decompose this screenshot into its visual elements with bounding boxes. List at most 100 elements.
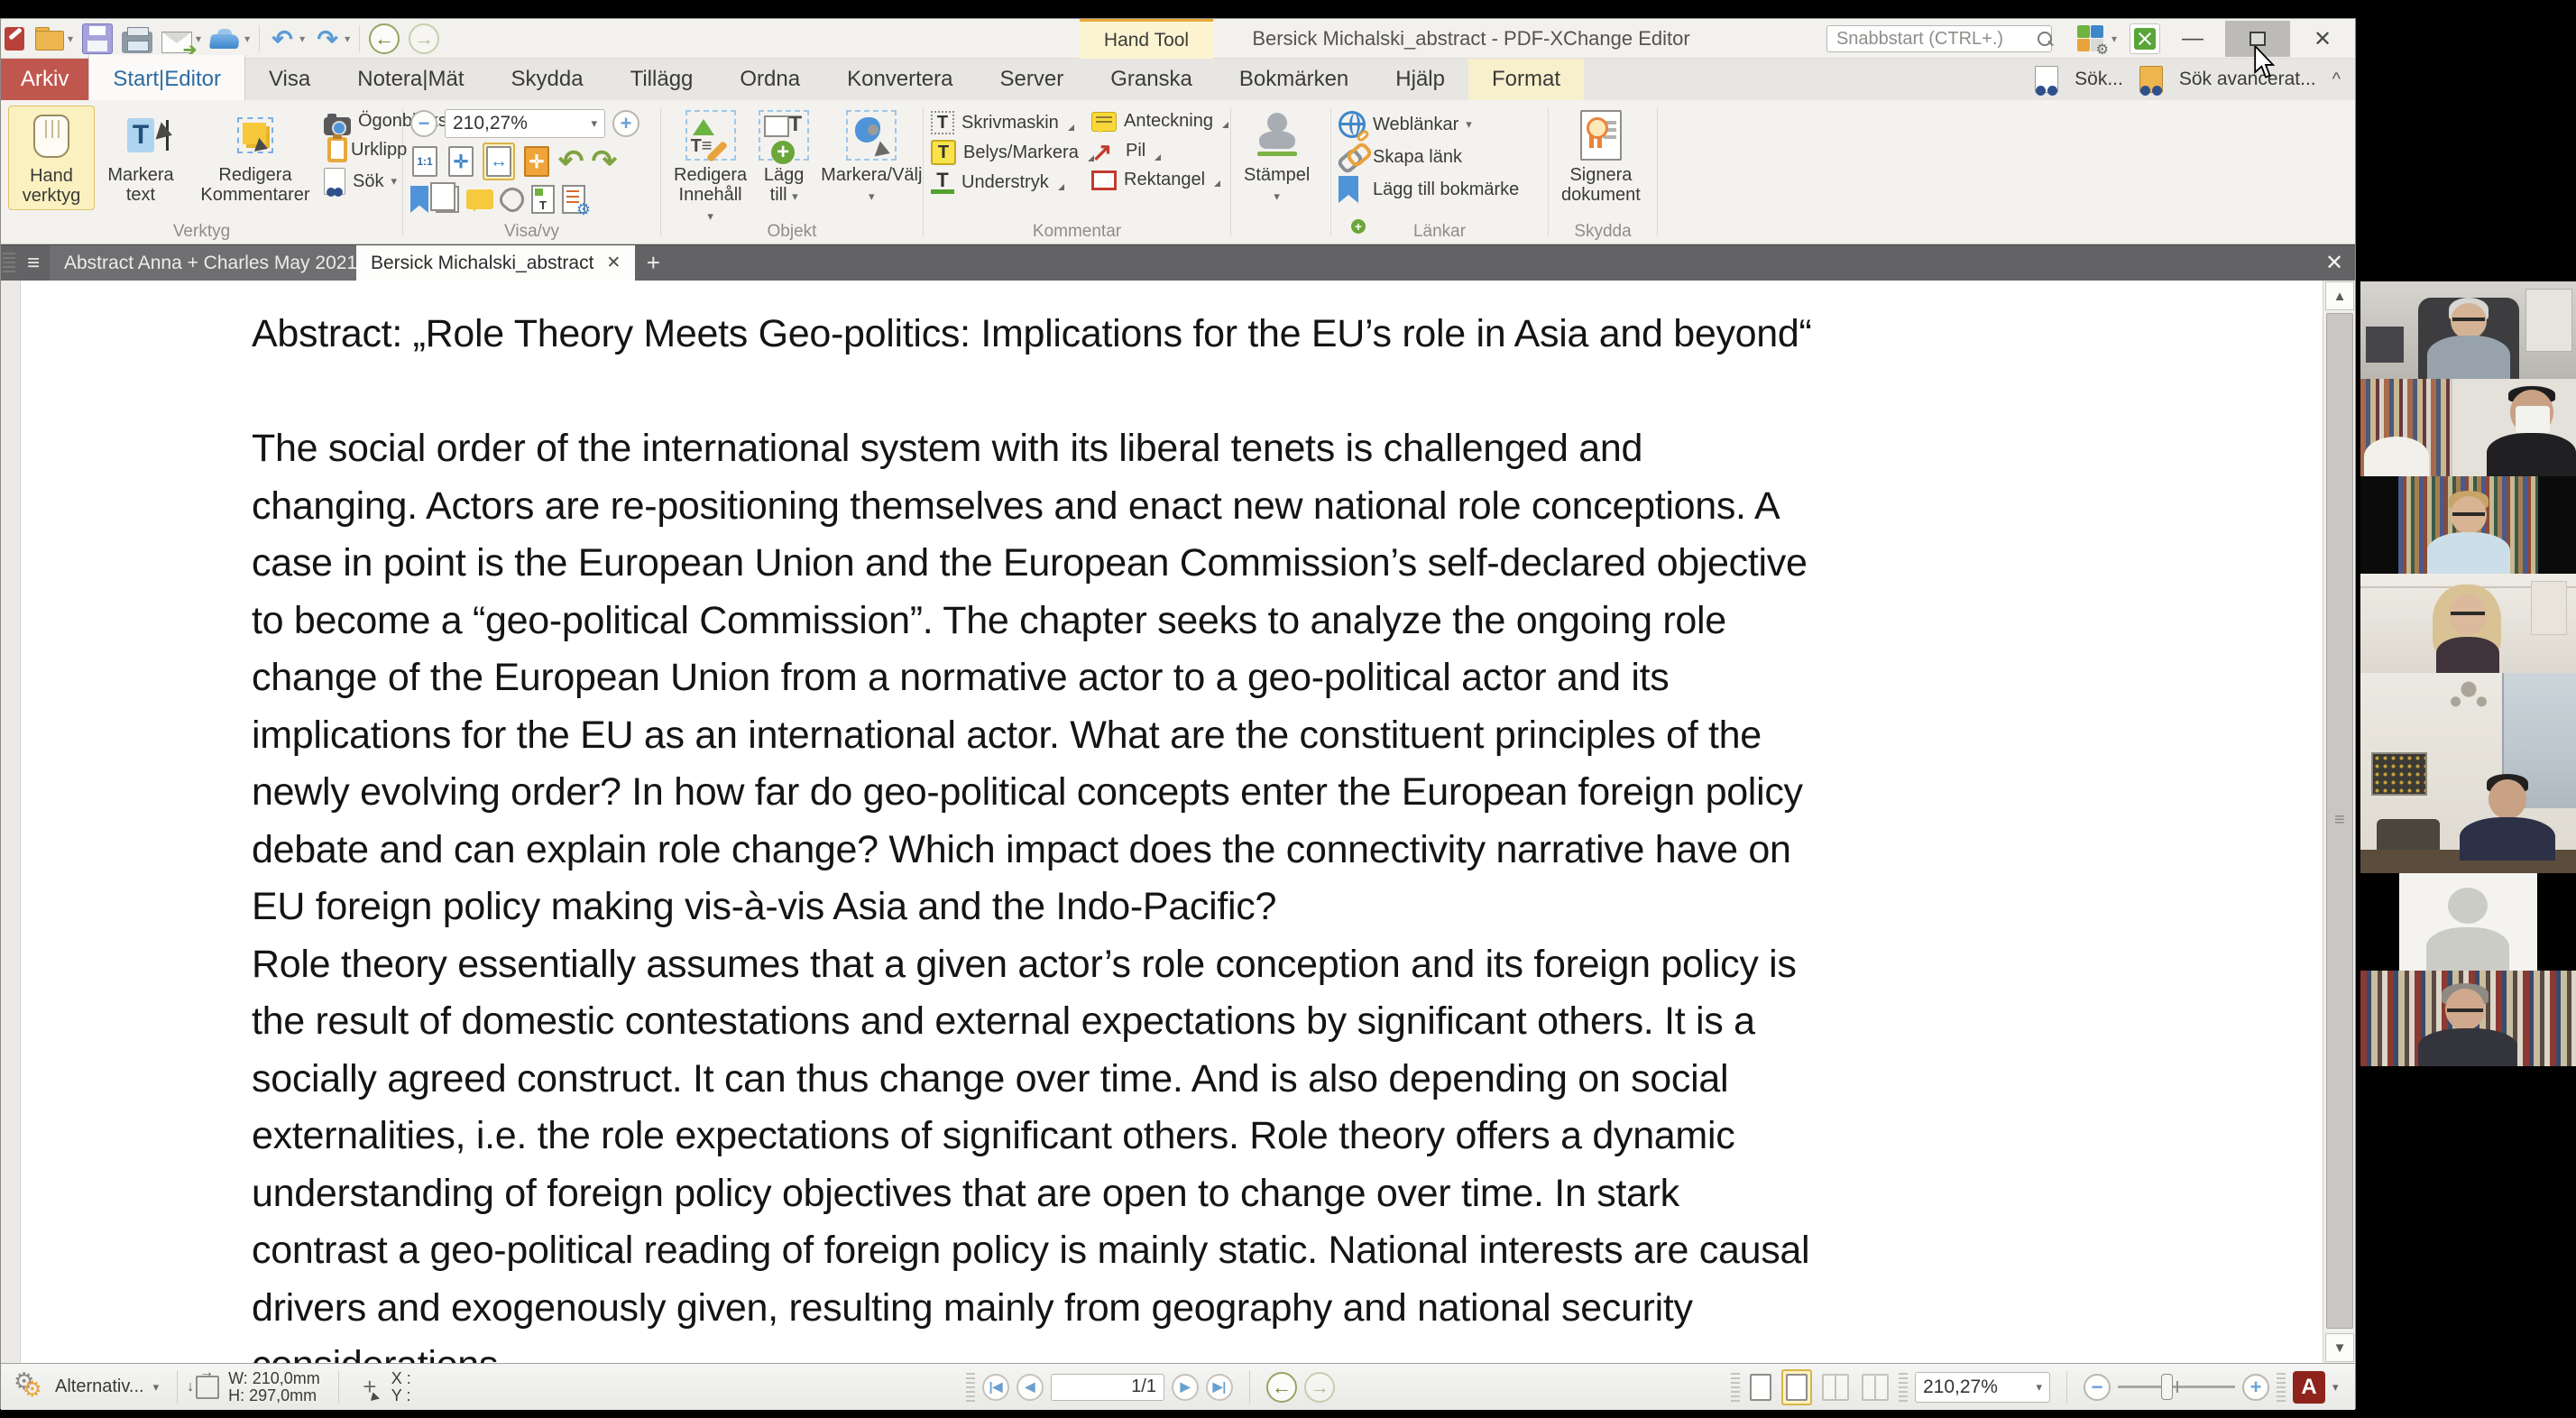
menu-skydda[interactable]: Skydda: [488, 59, 607, 100]
previous-page-button[interactable]: ◀: [1017, 1374, 1044, 1401]
menu-arkiv[interactable]: Arkiv: [1, 59, 88, 100]
statusbar-zoom-in-button[interactable]: +: [2242, 1374, 2269, 1401]
view-forward-button[interactable]: →: [1304, 1372, 1335, 1403]
menu-hjalp[interactable]: Hjälp: [1372, 59, 1468, 100]
minimize-button[interactable]: —: [2173, 21, 2213, 57]
menu-bokmarken[interactable]: Bokmärken: [1216, 59, 1372, 100]
underline-button[interactable]: TUnderstryk: [931, 170, 1091, 194]
options-dropdown-icon[interactable]: ▾: [153, 1380, 160, 1395]
rotate-left-icon[interactable]: ↶: [558, 148, 584, 175]
menu-granska[interactable]: Granska: [1087, 59, 1216, 100]
search-link[interactable]: Sök...: [2075, 69, 2123, 90]
zoom-out-button[interactable]: −: [410, 110, 437, 137]
two-page-layout-icon[interactable]: [1822, 1374, 1849, 1401]
add-content-button[interactable]: T Läggtill ▾: [752, 106, 815, 210]
active-tool-tab[interactable]: Hand Tool: [1080, 19, 1213, 59]
weblinks-button[interactable]: Weblänkar▾: [1339, 111, 1519, 138]
statusbar-zoom-out-button[interactable]: −: [2084, 1374, 2111, 1401]
select-text-button[interactable]: T Markera text: [95, 106, 187, 208]
edit-comments-button[interactable]: Redigera Kommentarer: [187, 106, 324, 208]
last-page-button[interactable]: ▶|: [1206, 1374, 1233, 1401]
edit-content-button[interactable]: T≡ RedigeraInnehåll ▾: [668, 106, 752, 230]
video-participant-tile[interactable]: [2360, 476, 2576, 574]
open-dropdown-icon[interactable]: ▾: [68, 32, 73, 45]
content-pane-icon[interactable]: T: [531, 185, 555, 214]
statusbar-zoom-combo[interactable]: 210,27%▾: [1915, 1372, 2050, 1403]
menu-visa[interactable]: Visa: [245, 59, 334, 100]
options-button[interactable]: Alternativ...: [55, 1377, 144, 1397]
hand-tool-button[interactable]: Hand verktyg: [8, 106, 95, 210]
video-participant-tile[interactable]: [2360, 971, 2576, 1066]
select-object-button[interactable]: Markera/Välj▾: [815, 106, 927, 210]
zoom-slider-handle[interactable]: [2161, 1374, 2173, 1400]
fit-page-icon[interactable]: ✛: [448, 146, 474, 177]
redo-dropdown-icon[interactable]: ▾: [345, 32, 350, 45]
menu-server[interactable]: Server: [977, 59, 1088, 100]
tab-2-close-icon[interactable]: ✕: [606, 253, 621, 273]
first-page-button[interactable]: |◀: [982, 1374, 1009, 1401]
note-button[interactable]: Anteckning: [1091, 111, 1228, 132]
scrollbar-thumb[interactable]: [2326, 313, 2353, 1329]
save-button[interactable]: [82, 23, 113, 54]
actual-size-icon[interactable]: 1:1: [412, 146, 437, 177]
menu-start-editor[interactable]: Start|Editor: [88, 55, 245, 100]
video-participant-tile[interactable]: [2360, 574, 2576, 673]
close-button[interactable]: ✕: [2303, 21, 2342, 57]
customize-dropdown-icon[interactable]: ▾: [2111, 32, 2117, 45]
rotate-right-icon[interactable]: ↷: [592, 148, 618, 175]
tab-list-menu-icon[interactable]: ≡: [17, 245, 50, 281]
quickstart-search-input[interactable]: [1826, 25, 2052, 52]
print-button[interactable]: [122, 32, 152, 53]
video-participant-tile[interactable]: [2360, 281, 2576, 379]
video-participant-tile[interactable]: [2360, 873, 2576, 971]
adobe-reader-icon[interactable]: A: [2293, 1371, 2325, 1404]
stamp-button[interactable]: Stämpel▾: [1238, 106, 1315, 210]
zoom-level-combo[interactable]: 210,27%▾: [445, 109, 605, 138]
undo-button[interactable]: ↶: [269, 24, 296, 54]
arrow-button[interactable]: ↗Pil: [1091, 137, 1228, 164]
next-page-button[interactable]: ▶: [1172, 1374, 1199, 1401]
properties-pane-icon[interactable]: [562, 185, 585, 214]
single-page-layout-icon[interactable]: [1750, 1374, 1771, 1401]
add-bookmark-button[interactable]: +Lägg till bokmärke: [1339, 176, 1519, 203]
redo-button[interactable]: ↷: [314, 24, 341, 54]
menu-tillagg[interactable]: Tillägg: [607, 59, 717, 100]
rectangle-button[interactable]: Rektangel: [1091, 170, 1228, 190]
left-pane-strip[interactable]: [1, 281, 21, 1363]
video-participant-tile[interactable]: [2360, 379, 2576, 476]
ui-customize-icon[interactable]: [2077, 25, 2104, 52]
scroll-up-icon[interactable]: ▲: [2325, 281, 2354, 310]
attachments-pane-icon[interactable]: [496, 183, 529, 216]
menu-notera-mat[interactable]: Notera|Mät: [334, 59, 487, 100]
fit-visible-icon[interactable]: ✛: [524, 146, 549, 177]
fullscreen-button[interactable]: [2130, 23, 2160, 54]
comments-pane-icon[interactable]: [466, 189, 493, 209]
search-document-icon[interactable]: [2035, 66, 2058, 93]
sign-document-button[interactable]: Signeradokument: [1556, 106, 1646, 208]
menu-format[interactable]: Format: [1468, 59, 1584, 100]
advanced-search-icon[interactable]: [2139, 66, 2163, 93]
new-tab-button[interactable]: +: [635, 245, 671, 281]
scan-dropdown-icon[interactable]: ▾: [244, 32, 250, 45]
continuous-layout-icon[interactable]: [1786, 1374, 1808, 1401]
highlight-button[interactable]: TBelys/Markera: [931, 140, 1091, 165]
document-tab-1[interactable]: Abstract Anna + Charles May 2021✕: [50, 245, 356, 281]
adobe-dropdown-icon[interactable]: ▾: [2332, 1380, 2339, 1395]
view-back-button[interactable]: ←: [1266, 1372, 1297, 1403]
menu-konvertera[interactable]: Konvertera: [823, 59, 976, 100]
vertical-scrollbar[interactable]: ▲ ▼: [2323, 281, 2355, 1363]
scroll-down-icon[interactable]: ▼: [2325, 1333, 2354, 1362]
page-number-field[interactable]: 1/1: [1051, 1374, 1164, 1401]
thumbnails-pane-icon[interactable]: [436, 186, 459, 213]
two-page-continuous-layout-icon[interactable]: [1862, 1374, 1889, 1401]
fit-width-icon[interactable]: ↔: [486, 146, 511, 177]
zoom-slider[interactable]: [2118, 1386, 2235, 1388]
zoom-in-button[interactable]: +: [612, 110, 639, 137]
typewriter-button[interactable]: TSkrivmaskin: [931, 111, 1091, 134]
document-tab-2[interactable]: Bersick Michalski_abstract✕: [356, 245, 635, 281]
video-participant-tile[interactable]: [2360, 673, 2576, 873]
create-link-button[interactable]: Skapa länk: [1339, 143, 1519, 170]
advanced-search-link[interactable]: Sök avancerat...: [2179, 69, 2316, 90]
undo-dropdown-icon[interactable]: ▾: [299, 32, 305, 45]
menu-ordna[interactable]: Ordna: [716, 59, 823, 100]
